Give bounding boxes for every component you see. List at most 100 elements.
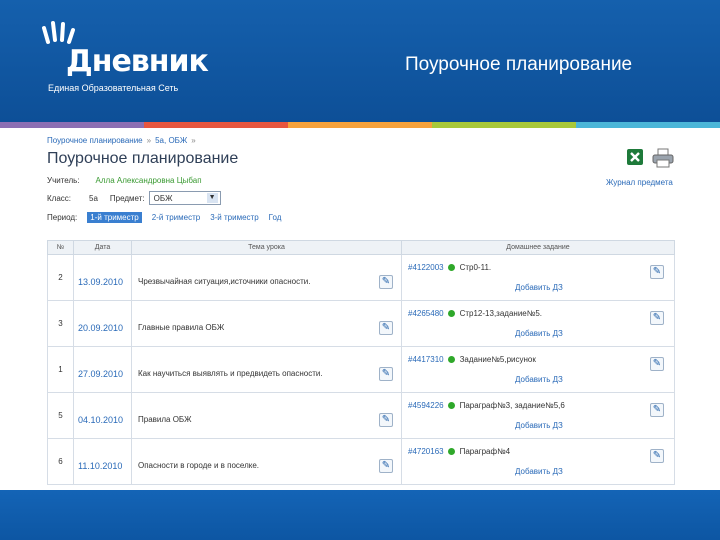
homework-text: Стр0-11.: [459, 263, 492, 272]
tab-trimester-1[interactable]: 1-й триместр: [87, 212, 142, 223]
homework-line: #4417310 Задание№5,рисунок: [408, 355, 674, 364]
edit-topic-icon[interactable]: ✎: [379, 459, 393, 473]
edit-topic-icon[interactable]: ✎: [379, 321, 393, 335]
table-row: 6 11.10.2010 Опасности в городе и в посе…: [47, 438, 675, 485]
slide-title: Поурочное планирование: [405, 54, 633, 75]
status-dot-icon: [447, 356, 455, 363]
add-homework-link[interactable]: Добавить ДЗ: [515, 421, 674, 430]
add-homework-link[interactable]: Добавить ДЗ: [515, 467, 674, 476]
page-title: Поурочное планирование: [47, 150, 239, 167]
logo-tagline: Единая Образовательная Сеть: [48, 83, 179, 93]
homework-text: Параграф№4: [459, 447, 511, 456]
add-homework-link[interactable]: Добавить ДЗ: [515, 375, 674, 384]
header-num: №: [47, 240, 74, 255]
tab-trimester-2[interactable]: 2-й триместр: [152, 213, 200, 222]
breadcrumb-link-planning[interactable]: Поурочное планирование: [47, 136, 143, 145]
lesson-topic-cell: Как научиться выявлять и предвидеть опас…: [131, 346, 402, 393]
lesson-num: 6: [47, 438, 74, 485]
status-dot-icon: [447, 264, 455, 271]
edit-topic-icon[interactable]: ✎: [379, 275, 393, 289]
chevron-down-icon: ▼: [206, 193, 218, 203]
edit-homework-icon[interactable]: ✎: [650, 265, 664, 279]
homework-cell: #4417310 Задание№5,рисунок Добавить ДЗ ✎: [401, 346, 675, 393]
lesson-num: 5: [47, 392, 74, 439]
homework-line: #4122003 Стр0-11.: [408, 263, 674, 272]
lessons-table: № Дата Тема урока Домашнее задание 2 13.…: [47, 240, 675, 485]
period-row: Период: 1-й триместр 2-й триместр 3-й тр…: [47, 212, 281, 223]
breadcrumb: Поурочное планирование» 5а, ОБЖ»: [47, 136, 200, 145]
header-date: Дата: [73, 240, 132, 255]
subject-label: Предмет:: [109, 193, 145, 203]
lesson-topic-cell: Чрезвычайная ситуация,источники опасност…: [131, 254, 402, 301]
lesson-num: 3: [47, 300, 74, 347]
edit-homework-icon[interactable]: ✎: [650, 357, 664, 371]
add-homework-link[interactable]: Добавить ДЗ: [515, 329, 674, 338]
homework-id[interactable]: #4594226: [408, 401, 444, 410]
homework-id[interactable]: #4265480: [408, 309, 444, 318]
screenshot-panel: Поурочное планирование» 5а, ОБЖ» Поурочно…: [38, 128, 682, 490]
edit-homework-icon[interactable]: ✎: [650, 449, 664, 463]
print-icon[interactable]: [652, 148, 674, 168]
lesson-topic: Опасности в городе и в поселке.: [138, 461, 260, 470]
homework-cell: #4720163 Параграф№4 Добавить ДЗ ✎: [401, 438, 675, 485]
header-topic: Тема урока: [131, 240, 402, 255]
journal-link[interactable]: Журнал предмета: [606, 178, 673, 187]
lesson-topic-cell: Опасности в городе и в поселке. ✎: [131, 438, 402, 485]
lesson-topic: Как научиться выявлять и предвидеть опас…: [138, 369, 323, 378]
homework-id[interactable]: #4417310: [408, 355, 444, 364]
homework-id[interactable]: #4720163: [408, 447, 444, 456]
teacher-label: Учитель:: [47, 176, 80, 185]
subject-select[interactable]: ОБЖ ▼: [148, 191, 221, 205]
lesson-date[interactable]: 20.09.2010: [73, 300, 132, 347]
table-header-row: № Дата Тема урока Домашнее задание: [47, 240, 675, 255]
header-homework: Домашнее задание: [401, 240, 675, 255]
lesson-num: 1: [47, 346, 74, 393]
table-row: 3 20.09.2010 Главные правила ОБЖ ✎ #42654…: [47, 300, 675, 347]
homework-text: Задание№5,рисунок: [459, 355, 536, 364]
logo-text: Дневник: [66, 44, 209, 79]
homework-line: #4265480 Стр12-13,задание№5.: [408, 309, 674, 318]
homework-text: Параграф№3, задание№5,6: [459, 401, 565, 410]
lesson-date[interactable]: 13.09.2010: [73, 254, 132, 301]
slide-header: Дневник Единая Образовательная Сеть Поур…: [0, 0, 720, 122]
lesson-date[interactable]: 04.10.2010: [73, 392, 132, 439]
homework-id[interactable]: #4122003: [408, 263, 444, 272]
edit-homework-icon[interactable]: ✎: [650, 311, 664, 325]
homework-line: #4720163 Параграф№4: [408, 447, 674, 456]
slide-footer: [0, 490, 720, 540]
homework-cell: #4265480 Стр12-13,задание№5. Добавить ДЗ …: [401, 300, 675, 347]
lesson-num: 2: [47, 254, 74, 301]
add-homework-link[interactable]: Добавить ДЗ: [515, 283, 674, 292]
table-row: 5 04.10.2010 Правила ОБЖ ✎ #4594226 Парагр…: [47, 392, 675, 439]
edit-topic-icon[interactable]: ✎: [379, 367, 393, 381]
status-dot-icon: [447, 448, 455, 455]
lesson-topic-cell: Правила ОБЖ ✎: [131, 392, 402, 439]
export-icons: [626, 148, 674, 168]
excel-icon[interactable]: [626, 148, 644, 166]
class-value: 5а: [89, 193, 98, 203]
table-row: 2 13.09.2010 Чрезвычайная ситуация,источ…: [47, 254, 675, 301]
homework-cell: #4594226 Параграф№3, задание№5,6 Добавить…: [401, 392, 675, 439]
class-label: Класс:: [47, 193, 71, 203]
period-label: Период:: [47, 213, 78, 222]
lesson-topic: Главные правила ОБЖ: [138, 323, 225, 332]
homework-cell: #4122003 Стр0-11. Добавить ДЗ ✎: [401, 254, 675, 301]
lesson-date[interactable]: 11.10.2010: [73, 438, 132, 485]
tab-year[interactable]: Год: [269, 213, 282, 222]
breadcrumb-link-class[interactable]: 5а, ОБЖ: [155, 136, 187, 145]
breadcrumb-separator: »: [146, 136, 152, 145]
tab-trimester-3[interactable]: 3-й триместр: [210, 213, 258, 222]
class-subject-row: Класс: 5а Предмет: ОБЖ ▼: [47, 191, 221, 205]
status-dot-icon: [447, 310, 455, 317]
teacher-name: Алла Александровна Цыбап: [95, 176, 202, 185]
homework-line: #4594226 Параграф№3, задание№5,6: [408, 401, 674, 410]
lesson-date[interactable]: 27.09.2010: [73, 346, 132, 393]
edit-homework-icon[interactable]: ✎: [650, 403, 664, 417]
table-row: 1 27.09.2010 Как научиться выявлять и пр…: [47, 346, 675, 393]
dnevnik-logo: Дневник Единая Образовательная Сеть: [40, 20, 210, 100]
lesson-topic: Правила ОБЖ: [138, 415, 192, 424]
teacher-row: Учитель: Алла Александровна Цыбап: [47, 176, 202, 185]
edit-topic-icon[interactable]: ✎: [379, 413, 393, 427]
homework-text: Стр12-13,задание№5.: [459, 309, 542, 318]
lesson-topic: Чрезвычайная ситуация,источники опасност…: [138, 277, 311, 286]
